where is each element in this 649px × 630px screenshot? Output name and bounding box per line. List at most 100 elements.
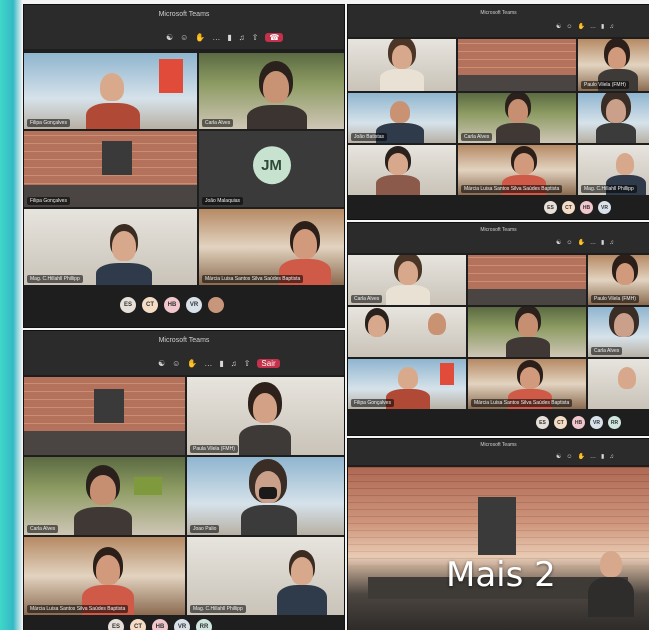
reactions-icon[interactable]: ☺ bbox=[566, 24, 572, 30]
video-tile bbox=[458, 39, 576, 91]
mic-icon[interactable]: ♫ bbox=[231, 359, 237, 368]
participant-avatar[interactable]: VR bbox=[590, 416, 603, 429]
participant-avatar[interactable]: VR bbox=[174, 619, 190, 630]
more-icon[interactable]: … bbox=[212, 33, 220, 42]
video-tile bbox=[24, 377, 185, 455]
teams-window-c: Microsoft Teams ☯ ☺ ✋ … ▮ ♫ Paulo Vilela… bbox=[348, 5, 649, 219]
participant-name: Paulo Vilela (FMH) bbox=[591, 295, 639, 303]
camera-icon[interactable]: ▮ bbox=[219, 359, 223, 368]
participant-avatars: ES CT HB VR RR bbox=[108, 619, 212, 630]
window-title: Microsoft Teams bbox=[158, 337, 210, 344]
people-icon[interactable]: ☯ bbox=[158, 359, 165, 368]
meeting-controls: ☯ ☺ ✋ … ▮ ♫ ⇧ Sair bbox=[158, 359, 280, 368]
participant-avatar[interactable]: RR bbox=[608, 416, 621, 429]
participant-avatar[interactable]: ES bbox=[536, 416, 549, 429]
camera-icon[interactable]: ▮ bbox=[601, 453, 604, 460]
participant-avatar[interactable]: VR bbox=[598, 201, 611, 214]
leave-button[interactable]: Sair bbox=[257, 359, 280, 368]
people-icon[interactable]: ☯ bbox=[166, 33, 173, 42]
leave-button[interactable]: ☎ bbox=[265, 33, 284, 42]
title-bar: Microsoft Teams ☯ ☺ ✋ … ▮ ♫ bbox=[348, 439, 649, 465]
video-tile bbox=[588, 359, 649, 409]
participant-name: Paula Vilela (FMH) bbox=[190, 445, 238, 453]
raise-hand-icon[interactable]: ✋ bbox=[578, 239, 585, 246]
participant-avatar[interactable]: CT bbox=[130, 619, 146, 630]
video-tile: Márcia Luisa Santos Silva Saúdes Baptist… bbox=[24, 537, 185, 615]
video-tile: Márcia Luisa Santos Silva Saúdes Baptist… bbox=[468, 359, 586, 409]
raise-hand-icon[interactable]: ✋ bbox=[195, 33, 205, 42]
participant-avatar[interactable]: CT bbox=[142, 297, 158, 313]
participant-avatar[interactable]: RR bbox=[196, 619, 212, 630]
video-tile: Márcia Luisa Santos Silva Saúdes Baptist… bbox=[199, 209, 344, 285]
participant-avatar[interactable]: ES bbox=[120, 297, 136, 313]
participant-name: Carla Alves bbox=[202, 119, 234, 127]
teams-window-a: Microsoft Teams ☯ ☺ ✋ … ▮ ♫ ⇧ ☎ Filipa G… bbox=[24, 5, 344, 327]
raise-hand-icon[interactable]: ✋ bbox=[187, 359, 197, 368]
video-tile: Márcia Luisa Santos Silva Saúdes Baptist… bbox=[458, 145, 576, 195]
window-title: Microsoft Teams bbox=[480, 227, 517, 233]
window-title: Microsoft Teams bbox=[480, 442, 517, 448]
video-tile: Carla Alves bbox=[199, 53, 344, 129]
participant-name: Márcia Luisa Santos Silva Saúdes Baptist… bbox=[471, 399, 573, 407]
reactions-icon[interactable]: ☺ bbox=[566, 454, 572, 460]
meeting-controls: ☯ ☺ ✋ … ▮ ♫ bbox=[556, 239, 614, 247]
participant-avatar[interactable]: VR bbox=[186, 297, 202, 313]
share-icon[interactable]: ⇧ bbox=[244, 359, 251, 368]
video-tile bbox=[468, 255, 586, 305]
teams-window-d: Microsoft Teams ☯ ☺ ✋ … ▮ ♫ Carla Alves … bbox=[348, 223, 649, 435]
title-bar: Microsoft Teams ☯ ☺ ✋ … ▮ ♫ bbox=[348, 5, 649, 37]
participant-name: Filipa Gonçalves bbox=[351, 399, 394, 407]
video-tile bbox=[348, 39, 456, 91]
reactions-icon[interactable]: ☺ bbox=[172, 359, 180, 368]
participant-name: Márcia Luisa Santos Silva Saúdes Baptist… bbox=[27, 605, 129, 613]
more-icon[interactable]: … bbox=[590, 24, 596, 30]
camera-icon[interactable]: ▮ bbox=[227, 33, 231, 42]
teams-window-e: Microsoft Teams ☯ ☺ ✋ … ▮ ♫ Mais 2 bbox=[348, 439, 649, 630]
mic-icon[interactable]: ♫ bbox=[239, 33, 245, 42]
raise-hand-icon[interactable]: ✋ bbox=[578, 453, 585, 460]
mic-icon[interactable]: ♫ bbox=[609, 454, 614, 460]
participant-name: Joao Palio bbox=[190, 525, 220, 533]
participant-avatar[interactable]: HB bbox=[580, 201, 593, 214]
share-icon[interactable]: ⇧ bbox=[252, 33, 259, 42]
more-icon[interactable]: … bbox=[590, 454, 596, 460]
window-title: Microsoft Teams bbox=[158, 11, 210, 18]
participant-name: Carla Alves bbox=[461, 133, 493, 141]
participant-name: Carla Alves bbox=[27, 525, 59, 533]
participant-name: João Malaquias bbox=[202, 197, 244, 205]
reactions-icon[interactable]: ☺ bbox=[566, 240, 572, 246]
participant-avatar[interactable] bbox=[208, 297, 224, 313]
camera-icon[interactable]: ▮ bbox=[601, 239, 604, 246]
participant-avatar[interactable]: HB bbox=[572, 416, 585, 429]
video-tile: Mag. C.Hillahll Phillipp bbox=[24, 209, 197, 285]
more-icon[interactable]: … bbox=[590, 240, 596, 246]
video-tile: Paulo Vilela (FMH) bbox=[588, 255, 649, 305]
video-tile: Carla Alves bbox=[588, 307, 649, 357]
people-icon[interactable]: ☯ bbox=[556, 239, 561, 246]
more-icon[interactable]: … bbox=[204, 359, 212, 368]
participant-name: Márcia Luisa Santos Silva Saúdes Baptist… bbox=[461, 185, 563, 193]
participant-avatar[interactable]: HB bbox=[152, 619, 168, 630]
people-icon[interactable]: ☯ bbox=[556, 453, 561, 460]
participant-avatar[interactable]: CT bbox=[554, 416, 567, 429]
room-video: Mais 2 bbox=[348, 467, 649, 630]
reactions-icon[interactable]: ☺ bbox=[180, 33, 188, 42]
participant-name: Márcia Luisa Santos Silva Saúdes Baptist… bbox=[202, 275, 304, 283]
participant-avatar[interactable]: CT bbox=[562, 201, 575, 214]
meeting-controls: ☯ ☺ ✋ … ▮ ♫ bbox=[556, 453, 614, 461]
raise-hand-icon[interactable]: ✋ bbox=[578, 23, 585, 30]
video-tile: Paulo Vilela (FMH) bbox=[578, 39, 649, 91]
video-tile: Filipa Gonçalves bbox=[348, 359, 466, 409]
people-icon[interactable]: ☯ bbox=[556, 23, 561, 30]
participant-name: Carla Alves bbox=[591, 347, 623, 355]
camera-icon[interactable]: ▮ bbox=[601, 23, 604, 30]
video-tile bbox=[578, 93, 649, 143]
participant-avatar[interactable]: ES bbox=[108, 619, 124, 630]
participant-avatar[interactable]: HB bbox=[164, 297, 180, 313]
title-bar: Microsoft Teams ☯ ☺ ✋ … ▮ ♫ bbox=[348, 223, 649, 253]
video-tile: Carla Alves bbox=[24, 457, 185, 535]
mic-icon[interactable]: ♫ bbox=[609, 24, 614, 30]
participant-name: João Batistas bbox=[351, 133, 388, 141]
participant-avatar[interactable]: ES bbox=[544, 201, 557, 214]
mic-icon[interactable]: ♫ bbox=[609, 240, 614, 246]
